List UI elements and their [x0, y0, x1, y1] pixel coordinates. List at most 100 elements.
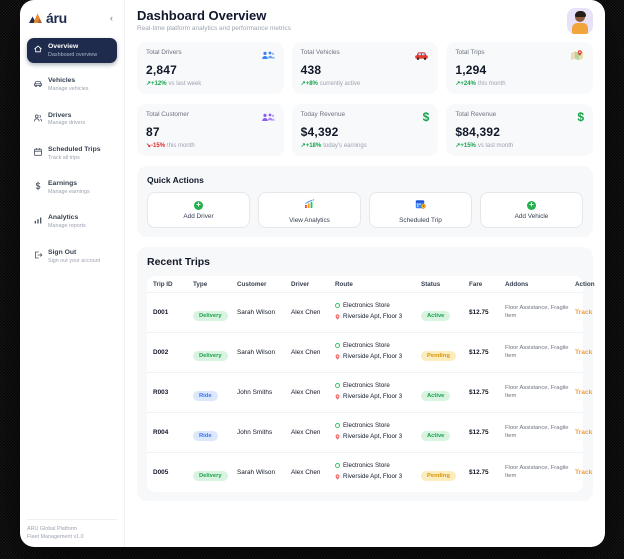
stat-value: 2,847: [146, 63, 275, 77]
trip-fare: $12.75: [469, 429, 505, 436]
sidebar: áru ‹ OverviewDashboard overview Vehicle…: [20, 0, 125, 547]
sidebar-item-sublabel: Track all trips: [48, 155, 101, 161]
stat-label: Total Drivers: [146, 49, 182, 56]
trip-id: R003: [153, 389, 193, 396]
quick-actions-title: Quick Actions: [147, 175, 583, 185]
sidebar-item-overview[interactable]: OverviewDashboard overview: [27, 38, 117, 63]
stat-trend: ↗+8%currently active: [301, 80, 430, 87]
trip-route: Electronics Store Riverside Apt, Floor 3: [335, 462, 421, 482]
trip-route: Electronics Store Riverside Apt, Floor 3: [335, 342, 421, 362]
brand-name: áru: [46, 10, 67, 26]
stat-card-total-revenue: Total Revenue $ $84,392 ↗+15%vs last mon…: [446, 104, 593, 156]
sidebar-item-label: Vehicles: [48, 77, 88, 85]
trip-customer: Sarah Wilson: [237, 309, 291, 316]
table-header-row: Trip ID Type Customer Driver Route Statu…: [147, 276, 583, 292]
trip-type-badge: Delivery: [193, 471, 228, 481]
pickup-marker-icon: [335, 423, 340, 431]
trip-route: Electronics Store Riverside Apt, Floor 3: [335, 302, 421, 322]
trip-addons: Floor Assistance, Fragile Item: [505, 385, 575, 401]
trip-addons: Floor Assistance, Fragile Item: [505, 425, 575, 441]
table-row: D002 Delivery Sarah Wilson Alex Chen Ele…: [147, 332, 583, 372]
col-addons: Addons: [505, 281, 575, 288]
track-link[interactable]: Track: [575, 469, 592, 476]
col-trip-id: Trip ID: [153, 281, 193, 288]
dropoff-pin-icon: [335, 474, 340, 483]
sign-out-icon: [33, 250, 43, 260]
sidebar-item-label: Analytics: [48, 214, 86, 222]
dollar-green-icon: $: [423, 111, 430, 123]
add-driver-button[interactable]: + Add Driver: [147, 192, 250, 228]
stat-label: Total Customer: [146, 111, 189, 118]
page-title: Dashboard Overview: [137, 8, 291, 23]
trip-driver: Alex Chen: [291, 469, 335, 476]
trip-type-badge: Ride: [193, 391, 218, 401]
red-car-icon: [414, 49, 429, 61]
col-fare: Fare: [469, 281, 505, 288]
trip-addons: Floor Assistance, Fragile Item: [505, 345, 575, 361]
trip-status-badge: Active: [421, 391, 450, 401]
stat-card-total-vehicles: Total Vehicles 438 ↗+8%currently active: [292, 42, 439, 94]
sidebar-item-drivers[interactable]: DriversManage drivers: [27, 107, 117, 132]
add-vehicle-button[interactable]: + Add Vehicle: [480, 192, 583, 228]
sidebar-collapse-icon[interactable]: ‹: [108, 13, 115, 23]
stat-card-today-revenue: Today Revenue $ $4,392 ↗+18%today's earn…: [292, 104, 439, 156]
trip-fare: $12.75: [469, 349, 505, 356]
track-link[interactable]: Track: [575, 349, 592, 356]
stat-value: $4,392: [301, 125, 430, 139]
sidebar-item-sublabel: Dashboard overview: [48, 52, 97, 58]
pickup-marker-icon: [335, 383, 340, 391]
stat-trend: ↗+12%vs last week: [146, 80, 275, 87]
stat-trend: ↗+24%this month: [455, 80, 584, 87]
stats-row-2: Total Customer 87 ↘-15%this month Today …: [137, 104, 593, 156]
trip-customer: Sarah Wilson: [237, 349, 291, 356]
sidebar-item-earnings[interactable]: EarningsManage earnings: [27, 175, 117, 200]
sidebar-item-label: Drivers: [48, 112, 85, 120]
trip-id: D002: [153, 349, 193, 356]
sidebar-item-sublabel: Manage earnings: [48, 189, 90, 195]
plus-circle-icon: +: [527, 201, 536, 210]
trip-addons: Floor Assistance, Fragile Item: [505, 305, 575, 321]
stat-label: Total Revenue: [455, 111, 496, 118]
sidebar-item-analytics[interactable]: AnalyticsManage reports: [27, 209, 117, 234]
page-subtitle: Real-time platform analytics and perform…: [137, 25, 291, 32]
recent-trips-panel: Recent Trips Trip ID Type Customer Drive…: [137, 247, 593, 501]
track-link[interactable]: Track: [575, 309, 592, 316]
stat-value: 87: [146, 125, 275, 139]
brand-row: áru ‹: [27, 8, 117, 36]
dollar-icon: [33, 181, 43, 191]
sidebar-item-label: Scheduled Trips: [48, 146, 101, 154]
quick-actions-panel: Quick Actions + Add Driver View Analytic…: [137, 166, 593, 237]
trip-fare: $12.75: [469, 469, 505, 476]
trip-customer: John Smiths: [237, 429, 291, 436]
view-analytics-button[interactable]: View Analytics: [258, 192, 361, 228]
car-icon: [33, 78, 43, 88]
plus-circle-icon: +: [194, 201, 203, 210]
track-link[interactable]: Track: [575, 429, 592, 436]
recent-trips-title: Recent Trips: [147, 256, 583, 268]
user-avatar[interactable]: [567, 8, 593, 34]
trip-fare: $12.75: [469, 389, 505, 396]
sidebar-item-sublabel: Manage reports: [48, 223, 86, 229]
track-link[interactable]: Track: [575, 389, 592, 396]
col-route: Route: [335, 281, 421, 288]
trip-customer: John Smiths: [237, 389, 291, 396]
stat-card-total-trips: Total Trips 1,294 ↗+24%this month: [446, 42, 593, 94]
sidebar-item-sublabel: Manage drivers: [48, 120, 85, 126]
trip-fare: $12.75: [469, 309, 505, 316]
pickup-marker-icon: [335, 343, 340, 351]
trip-driver: Alex Chen: [291, 309, 335, 316]
sidebar-item-sign-out[interactable]: Sign OutSign out your account: [27, 244, 117, 269]
stat-label: Total Trips: [455, 49, 484, 56]
app-window: áru ‹ OverviewDashboard overview Vehicle…: [20, 0, 605, 547]
sidebar-item-scheduled-trips[interactable]: Scheduled TripsTrack all trips: [27, 141, 117, 166]
sidebar-item-vehicles[interactable]: VehiclesManage vehicles: [27, 72, 117, 97]
people-group-blue-icon: [261, 49, 275, 61]
stat-card-total-drivers: Total Drivers 2,847 ↗+12%vs last week: [137, 42, 284, 94]
trip-type-badge: Ride: [193, 431, 218, 441]
stat-trend: ↗+15%vs last month: [455, 142, 584, 149]
bar-chart-icon: [33, 215, 43, 225]
sidebar-item-label: Overview: [48, 43, 97, 51]
scheduled-trip-button[interactable]: Scheduled Trip: [369, 192, 472, 228]
trip-status-badge: Pending: [421, 471, 456, 481]
sidebar-item-label: Earnings: [48, 180, 90, 188]
